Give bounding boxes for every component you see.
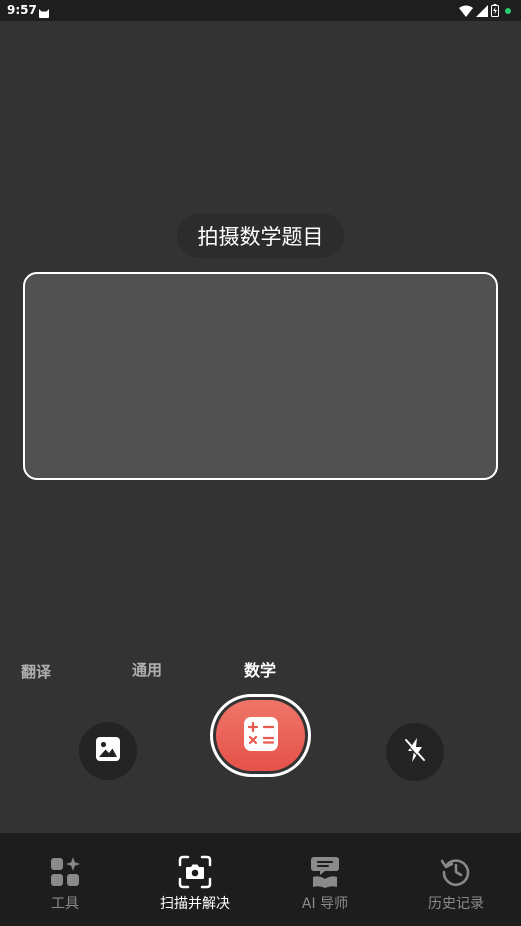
mode-translate[interactable]: 翻译	[21, 661, 51, 682]
wifi-icon	[459, 5, 473, 17]
ai-tutor-icon	[308, 855, 342, 889]
tab-ai-tutor-label: AI 导师	[301, 896, 349, 912]
scan-camera-icon	[178, 855, 212, 889]
signal-icon	[476, 4, 488, 17]
dot-icon	[505, 7, 511, 14]
tab-scan-solve-label: 扫描并解决	[160, 896, 230, 912]
cat-icon	[38, 4, 50, 18]
history-icon	[439, 855, 473, 889]
gallery-button[interactable]	[79, 722, 137, 780]
mode-general[interactable]: 通用	[132, 659, 162, 680]
shutter-button[interactable]	[216, 700, 305, 771]
mode-math[interactable]: 数学	[244, 657, 276, 681]
scan-frame	[23, 272, 498, 480]
tab-tools[interactable]: 工具	[0, 833, 130, 926]
tab-scan-solve[interactable]: 扫描并解决	[130, 833, 260, 926]
tools-grid-icon	[48, 855, 82, 889]
flash-off-icon	[402, 736, 428, 768]
status-time: 9:57	[7, 3, 37, 17]
calculator-icon	[243, 716, 279, 756]
tab-history-label: 历史记录	[428, 896, 484, 912]
tab-tools-label: 工具	[51, 896, 79, 912]
mode-selector: 翻译 通用 数学	[0, 655, 521, 685]
battery-icon	[491, 4, 499, 17]
tab-ai-tutor[interactable]: AI 导师	[260, 833, 390, 926]
status-icons	[459, 4, 511, 17]
status-bar: 9:57	[0, 0, 521, 21]
image-icon	[95, 736, 121, 766]
flash-button[interactable]	[386, 723, 444, 781]
tab-history[interactable]: 历史记录	[391, 833, 521, 926]
bottom-tab-bar: 工具 扫描并解决 AI 导师 历史记录	[0, 833, 521, 926]
scan-hint: 拍摄数学题目	[177, 213, 344, 258]
